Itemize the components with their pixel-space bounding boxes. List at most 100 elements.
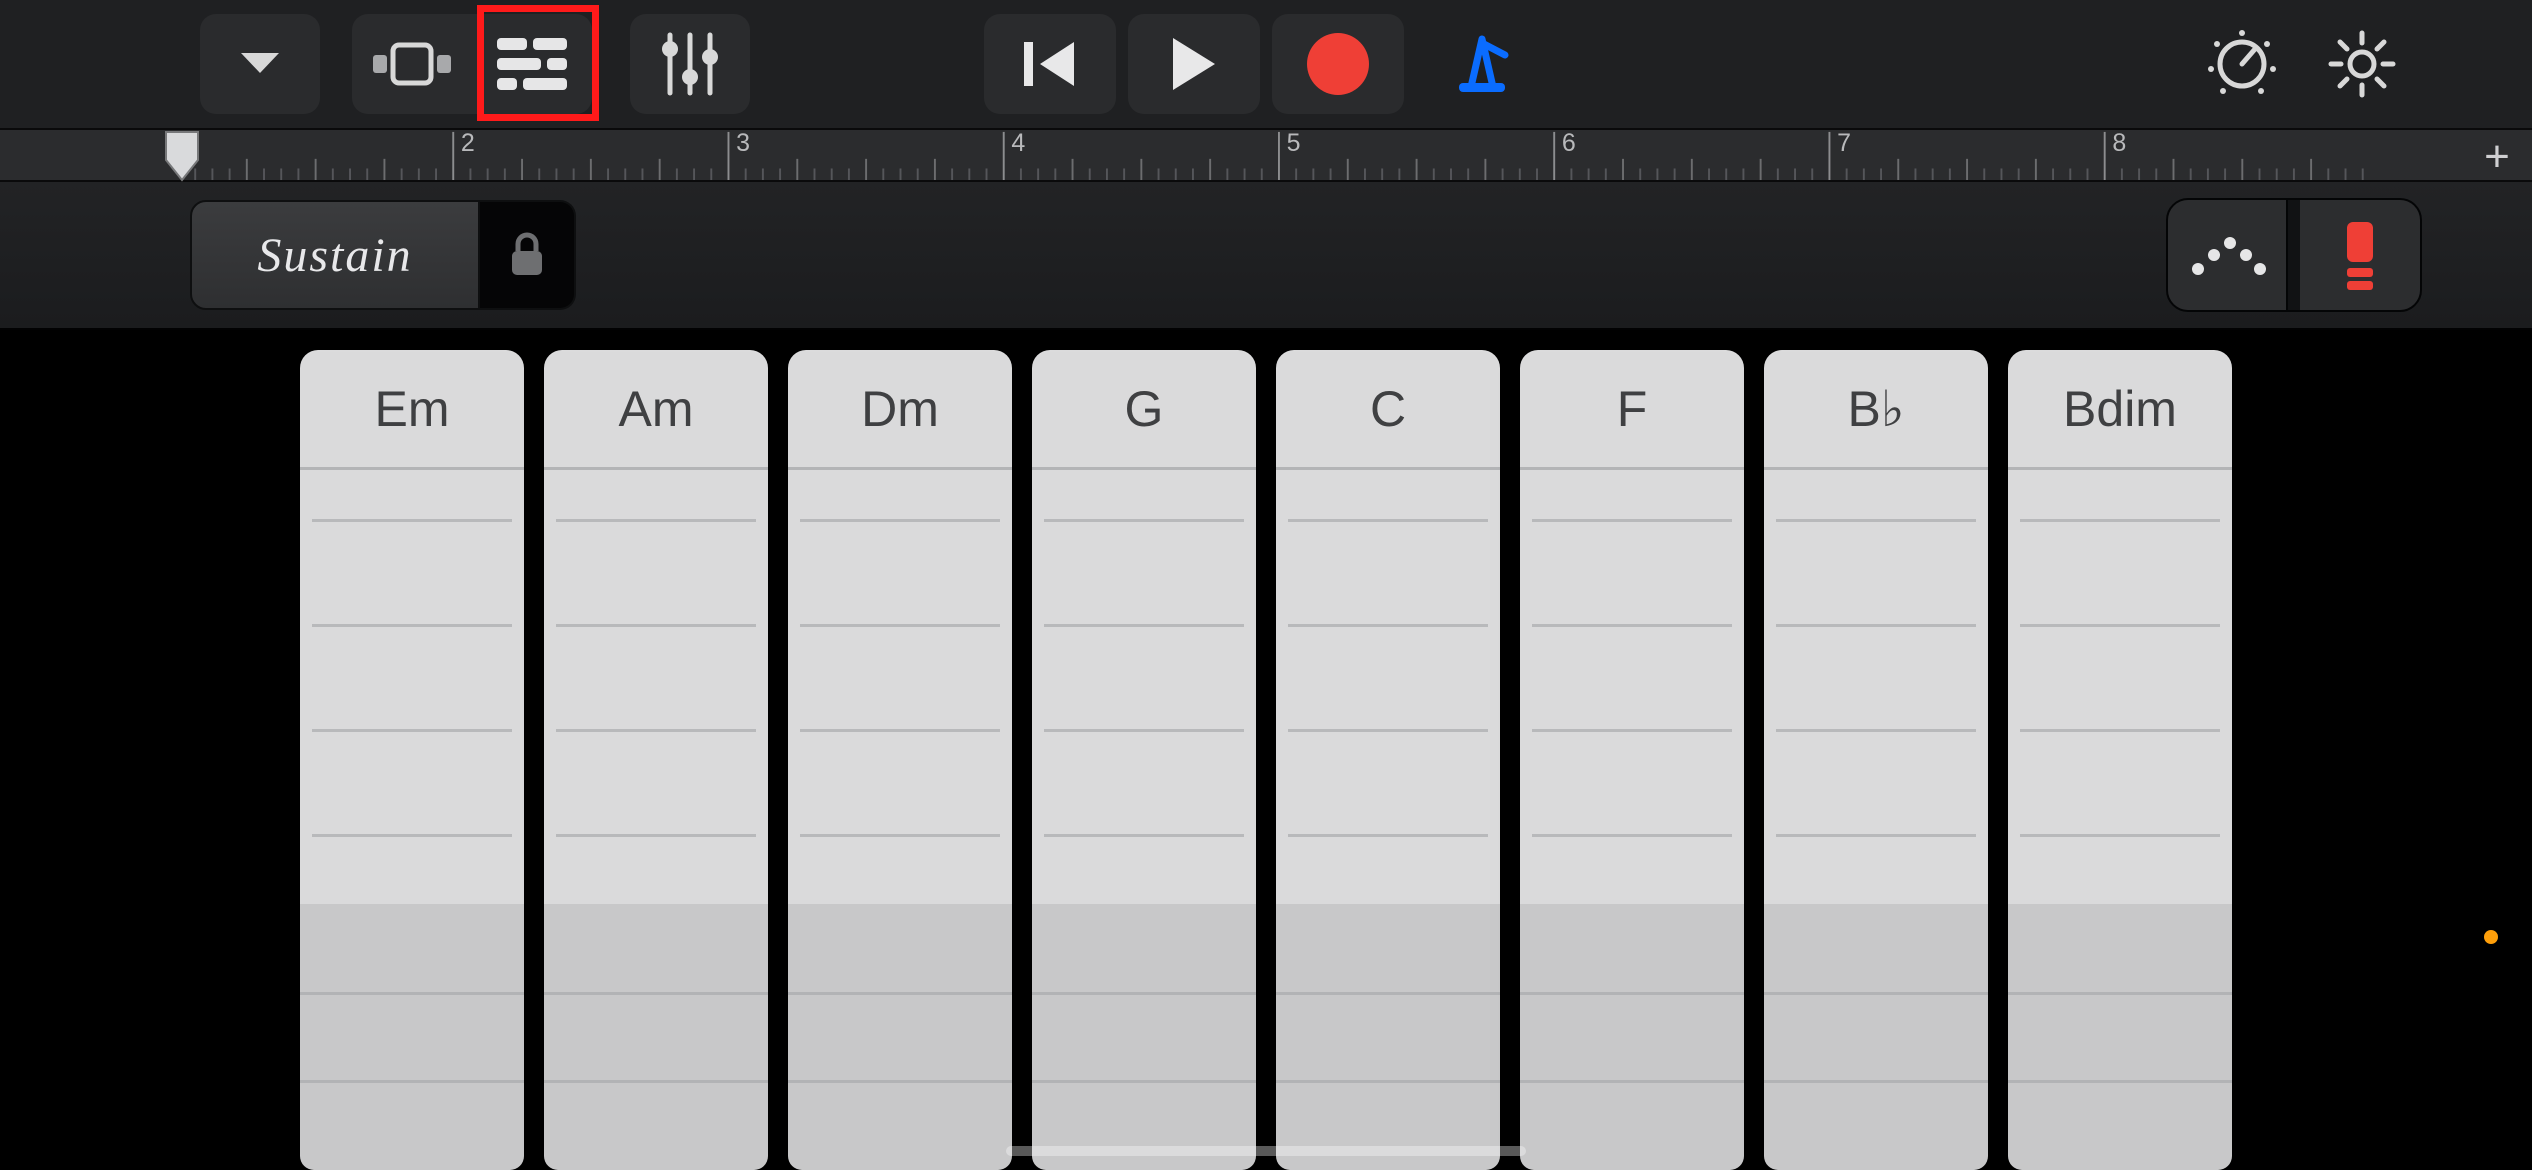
chord-string-line[interactable] (556, 519, 756, 522)
svg-text:5: 5 (1287, 130, 1301, 157)
chord-label: C (1276, 350, 1500, 470)
chord-string-line[interactable] (312, 834, 512, 837)
svg-text:6: 6 (1562, 130, 1576, 157)
chord-strip[interactable]: Am (544, 350, 768, 1170)
chord-bass-zone[interactable] (788, 904, 1012, 1170)
live-loops-icon (373, 39, 451, 89)
chord-zones[interactable] (2008, 470, 2232, 1170)
chord-string-line[interactable] (2020, 624, 2220, 627)
chord-label: Bdim (2008, 350, 2232, 470)
transport-controls (984, 14, 1548, 114)
chord-bass-zone[interactable] (2008, 904, 2232, 1170)
chord-strip[interactable]: G (1032, 350, 1256, 1170)
layout-arpeggio-button[interactable] (2168, 200, 2288, 310)
chord-bass-zone[interactable] (300, 904, 524, 1170)
svg-text:2: 2 (461, 130, 475, 157)
chord-zones[interactable] (300, 470, 524, 1170)
chord-strip[interactable]: Bdim (2008, 350, 2232, 1170)
record-icon (1305, 31, 1371, 97)
chord-string-line[interactable] (1532, 624, 1732, 627)
chord-string-line[interactable] (1288, 624, 1488, 627)
instrument-settings-button[interactable] (2202, 24, 2282, 104)
chord-string-line[interactable] (1044, 729, 1244, 732)
chord-string-line[interactable] (1776, 519, 1976, 522)
chord-string-line[interactable] (800, 519, 1000, 522)
instrument-bar: Sustain (0, 182, 2532, 330)
chord-bass-zone[interactable] (1032, 904, 1256, 1170)
browser-dropdown-button[interactable] (200, 14, 320, 114)
chord-string-line[interactable] (1776, 624, 1976, 627)
chord-zones[interactable] (1520, 470, 1744, 1170)
chord-string-line[interactable] (556, 729, 756, 732)
chord-string-line[interactable] (1532, 519, 1732, 522)
view-tracks-button[interactable] (472, 14, 592, 114)
sustain-lock-button[interactable] (480, 200, 576, 310)
chord-string-line[interactable] (1044, 834, 1244, 837)
chord-strip[interactable]: B♭ (1764, 350, 1988, 1170)
chord-label: Am (544, 350, 768, 470)
lock-icon (508, 231, 546, 279)
view-live-loops-button[interactable] (352, 14, 472, 114)
autoplay-layout-toggle (2166, 198, 2422, 312)
metronome-icon (1449, 33, 1515, 95)
chord-zones[interactable] (1276, 470, 1500, 1170)
gear-icon (2328, 30, 2396, 98)
chord-string-line[interactable] (1044, 624, 1244, 627)
chord-string-line[interactable] (1532, 834, 1732, 837)
svg-text:8: 8 (2112, 130, 2126, 157)
chord-string-line[interactable] (2020, 519, 2220, 522)
chord-string-line[interactable] (312, 624, 512, 627)
track-controls-button[interactable] (630, 14, 750, 114)
chord-strip[interactable]: Dm (788, 350, 1012, 1170)
chord-string-line[interactable] (800, 729, 1000, 732)
chord-string-line[interactable] (1776, 834, 1976, 837)
record-button[interactable] (1272, 14, 1404, 114)
go-to-start-button[interactable] (984, 14, 1116, 114)
metronome-button[interactable] (1416, 14, 1548, 114)
sustain-button[interactable]: Sustain (190, 200, 480, 310)
svg-text:4: 4 (1011, 130, 1025, 157)
chord-zones[interactable] (1764, 470, 1988, 1170)
chord-zones[interactable] (1032, 470, 1256, 1170)
chord-string-line[interactable] (800, 624, 1000, 627)
chord-string-line[interactable] (1288, 519, 1488, 522)
chord-label: Em (300, 350, 524, 470)
chord-strip[interactable]: F (1520, 350, 1744, 1170)
chord-string-line[interactable] (2020, 729, 2220, 732)
chord-string-line[interactable] (800, 834, 1000, 837)
knob-icon (2207, 29, 2277, 99)
timeline-ruler[interactable]: 2345678 + (0, 128, 2532, 182)
chord-string-line[interactable] (1776, 729, 1976, 732)
chord-label: B♭ (1764, 350, 1988, 470)
chord-zones[interactable] (788, 470, 1012, 1170)
chord-string-line[interactable] (1288, 729, 1488, 732)
chord-string-line[interactable] (312, 519, 512, 522)
chord-string-line[interactable] (1532, 729, 1732, 732)
ruler-ticks: 2345678 (178, 130, 2380, 180)
chord-string-line[interactable] (2020, 834, 2220, 837)
chord-zones[interactable] (544, 470, 768, 1170)
home-indicator (1006, 1146, 1526, 1156)
sliders-icon (660, 29, 720, 99)
play-button[interactable] (1128, 14, 1260, 114)
chord-string-line[interactable] (556, 624, 756, 627)
chord-string-line[interactable] (1288, 834, 1488, 837)
chord-bass-zone[interactable] (544, 904, 768, 1170)
chord-strip[interactable]: Em (300, 350, 524, 1170)
chord-bass-zone[interactable] (1520, 904, 1744, 1170)
chord-string-line[interactable] (312, 729, 512, 732)
svg-text:3: 3 (736, 130, 750, 157)
add-section-button[interactable]: + (2472, 130, 2522, 184)
chord-string-line[interactable] (556, 834, 756, 837)
chord-strip[interactable]: C (1276, 350, 1500, 1170)
right-tool-group (2202, 14, 2402, 114)
mic-indicator-dot (2484, 930, 2498, 944)
chord-bass-zone[interactable] (1276, 904, 1500, 1170)
chord-string-line[interactable] (1044, 519, 1244, 522)
song-settings-button[interactable] (2322, 24, 2402, 104)
arpeggio-icon (2188, 233, 2266, 277)
chord-bass-zone[interactable] (1764, 904, 1988, 1170)
chord-label: G (1032, 350, 1256, 470)
chord-label: Dm (788, 350, 1012, 470)
layout-chord-strips-button[interactable] (2300, 200, 2420, 310)
